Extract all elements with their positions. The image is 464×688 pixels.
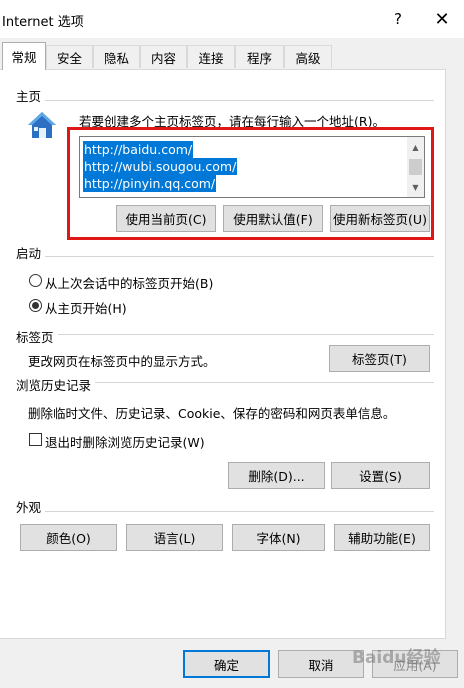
tab-connections[interactable]: 连接: [187, 45, 235, 68]
tab-general[interactable]: 常规: [2, 42, 46, 70]
startup-group-label: 启动: [16, 243, 46, 262]
startup-last-session-label: 从上次会话中的标签页开始(B): [45, 276, 214, 291]
help-button[interactable]: ?: [383, 6, 413, 32]
tabs-settings-button[interactable]: 标签页(T): [329, 345, 430, 372]
delete-on-exit-label: 退出时删除浏览历史记录(W): [45, 435, 205, 450]
startup-group-divider: [16, 256, 434, 257]
history-description: 删除临时文件、历史记录、Cookie、保存的密码和网页表单信息。: [28, 406, 396, 421]
startup-last-session-radio[interactable]: [29, 274, 42, 287]
startup-home-label: 从主页开始(H): [45, 301, 127, 316]
highlight-box: [67, 127, 434, 240]
history-settings-button[interactable]: 设置(S): [331, 462, 430, 489]
appearance-group-label: 外观: [16, 497, 46, 516]
tab-programs[interactable]: 程序: [235, 45, 284, 68]
home-group-divider: [16, 100, 434, 101]
close-button[interactable]: ✕: [427, 6, 457, 32]
tab-advanced[interactable]: 高级: [284, 45, 332, 68]
languages-button[interactable]: 语言(L): [126, 524, 223, 551]
accessibility-button[interactable]: 辅助功能(E): [334, 524, 430, 551]
tabs-group-label: 标签页: [16, 327, 58, 346]
tabs-group-divider: [16, 334, 434, 335]
baidu-watermark: Baidu经验: [352, 648, 441, 668]
tabs-description: 更改网页在标签页中的显示方式。: [28, 354, 216, 369]
ok-button[interactable]: 确定: [183, 650, 270, 678]
fonts-button[interactable]: 字体(N): [232, 524, 325, 551]
delete-on-exit-checkbox[interactable]: [29, 433, 42, 446]
tab-content[interactable]: 内容: [140, 45, 187, 68]
house-icon: [28, 112, 56, 138]
startup-home-radio[interactable]: [29, 299, 42, 312]
appearance-group-divider: [16, 511, 434, 512]
delete-history-button[interactable]: 删除(D)...: [228, 462, 325, 489]
window-title: Internet 选项: [2, 15, 84, 30]
colors-button[interactable]: 颜色(O): [20, 524, 117, 551]
tab-privacy[interactable]: 隐私: [93, 45, 140, 68]
tab-security[interactable]: 安全: [46, 45, 93, 68]
history-group-label: 浏览历史记录: [16, 375, 96, 394]
home-group-label: 主页: [16, 86, 46, 105]
